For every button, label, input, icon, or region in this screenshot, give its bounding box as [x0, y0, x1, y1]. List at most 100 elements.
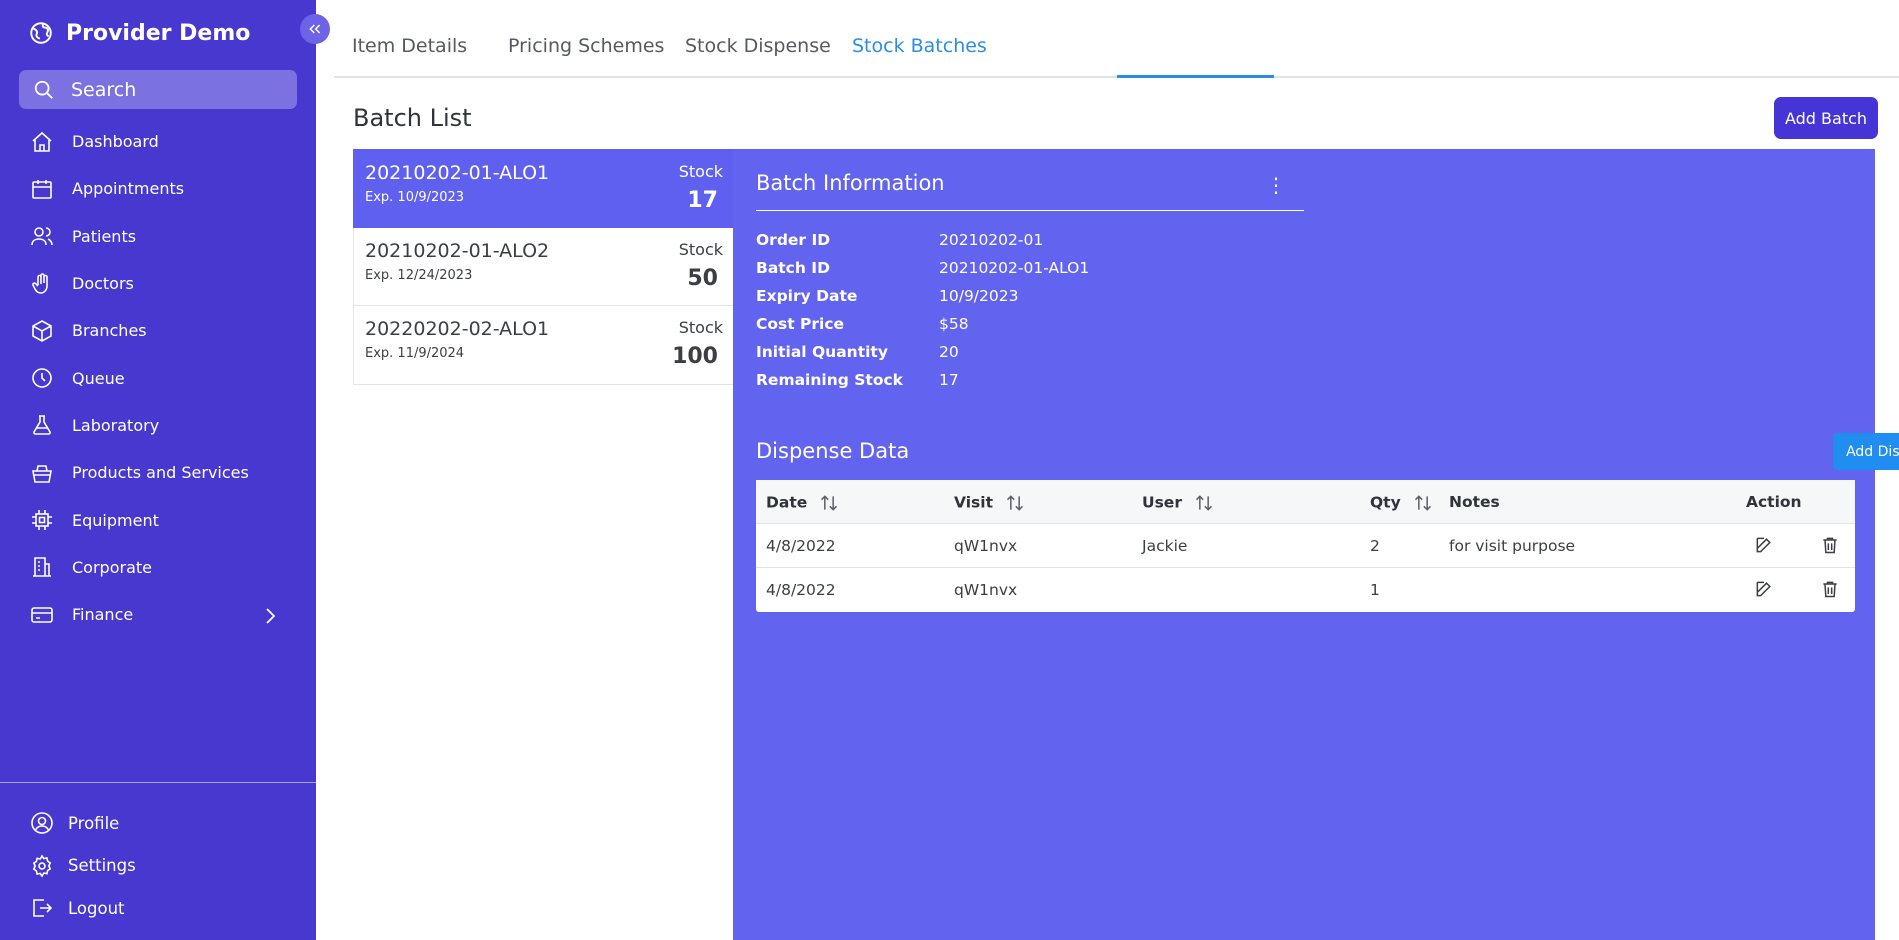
info-label: Batch ID — [756, 259, 830, 277]
sort-icon — [1006, 495, 1024, 511]
column-label: Date — [766, 493, 808, 512]
hand-icon — [32, 272, 48, 294]
sidebar-item-settings[interactable]: Settings — [0, 845, 316, 888]
sort-icon — [821, 495, 838, 511]
sidebar-item-label: Queue — [72, 368, 125, 388]
tab-item-details[interactable]: Item Details — [352, 35, 467, 57]
sidebar-item-queue[interactable]: Queue — [0, 354, 316, 401]
sidebar-item-label: Dashboard — [72, 132, 159, 152]
column-header-qty[interactable]: Qty — [1370, 493, 1433, 513]
sidebar-nav: Dashboard Appointments Patients Doctors … — [0, 118, 316, 638]
sidebar-item-products-and-services[interactable]: Products and Services — [0, 449, 316, 496]
sidebar-item-laboratory[interactable]: Laboratory — [0, 402, 316, 449]
stock-label: Stock — [678, 318, 723, 337]
sidebar-item-branches[interactable]: Branches — [0, 307, 316, 354]
clock-icon — [32, 368, 52, 388]
active-tab-indicator — [1117, 75, 1274, 78]
cpu-icon — [32, 510, 52, 531]
batch-item[interactable]: 20220202-02-ALO1 Exp. 11/9/2024 Stock 10… — [353, 306, 735, 385]
users-icon — [31, 227, 53, 246]
sidebar-item-corporate[interactable]: Corporate — [0, 544, 316, 591]
flask-icon — [33, 415, 51, 436]
sidebar: Provider Demo Search Dashboard Appointme… — [0, 0, 316, 940]
more-options-icon[interactable]: ⋮ — [1266, 173, 1286, 197]
stock-count: 50 — [687, 265, 718, 291]
search-placeholder: Search — [71, 78, 137, 101]
box-icon — [32, 319, 52, 342]
search-input[interactable]: Search — [19, 70, 297, 109]
sidebar-item-label: Logout — [68, 898, 125, 918]
batch-expiry: Exp. 10/9/2023 — [365, 190, 465, 205]
batch-list: 20210202-01-ALO1 Exp. 10/9/2023 Stock 17… — [353, 149, 735, 385]
gear-icon — [32, 854, 52, 878]
sidebar-item-label: Corporate — [72, 557, 152, 577]
stock-count: 100 — [672, 344, 718, 369]
cell-visit: qW1nvx — [954, 537, 1018, 555]
sidebar-item-patients[interactable]: Patients — [0, 213, 316, 260]
chevrons-left-icon — [309, 24, 321, 34]
tab-stock-batches[interactable]: Stock Batches — [852, 35, 987, 57]
table-header: Date Visit User Qty Notes Action — [756, 480, 1855, 524]
building-icon — [33, 557, 51, 578]
column-header-visit[interactable]: Visit — [954, 493, 1025, 513]
sidebar-item-logout[interactable]: Logout — [0, 887, 316, 930]
column-header-date[interactable]: Date — [766, 493, 839, 513]
trash-icon[interactable] — [1820, 579, 1840, 599]
batch-expiry: Exp. 12/24/2023 — [365, 267, 473, 283]
tab-pricing-schemes[interactable]: Pricing Schemes — [508, 35, 664, 57]
section-divider — [756, 210, 1304, 211]
info-label: Initial Quantity — [756, 343, 888, 361]
stock-label: Stock — [678, 162, 723, 181]
add-dispense-button[interactable]: Add Dispense — [1833, 433, 1899, 470]
basket-icon — [32, 464, 52, 483]
tab-stock-dispense[interactable]: Stock Dispense — [685, 35, 831, 57]
app-title: Provider Demo — [66, 20, 251, 46]
chevron-right-icon — [266, 608, 276, 624]
info-label: Remaining Stock — [756, 371, 903, 389]
table-row: 4/8/2022 qW1nvx 1 — [756, 568, 1855, 612]
main-content: Item Details Pricing Schemes Stock Dispe… — [316, 0, 1899, 940]
calendar-icon — [32, 179, 52, 199]
batch-item[interactable]: 20210202-01-ALO2 Exp. 12/24/2023 Stock 5… — [353, 227, 735, 306]
dispense-table: Date Visit User Qty Notes Action 4/8/202… — [756, 480, 1855, 612]
batch-item[interactable]: 20210202-01-ALO1 Exp. 10/9/2023 Stock 17 — [353, 149, 735, 228]
batch-id: 20210202-01-ALO1 — [365, 162, 550, 184]
table-row: 4/8/2022 qW1nvx Jackie 2 for visit purpo… — [756, 524, 1855, 568]
cell-user: Jackie — [1142, 537, 1188, 555]
sidebar-item-label: Settings — [68, 856, 136, 876]
sidebar-item-label: Branches — [72, 321, 147, 341]
sidebar-item-profile[interactable]: Profile — [0, 802, 316, 845]
sidebar-item-label: Doctors — [72, 274, 134, 294]
sidebar-item-dashboard[interactable]: Dashboard — [0, 118, 316, 165]
sidebar-item-label: Finance — [72, 605, 134, 625]
stock-label: Stock — [678, 239, 723, 259]
batch-information-title: Batch Information — [756, 171, 945, 195]
sidebar-item-finance[interactable]: Finance — [0, 591, 316, 638]
info-label: Order ID — [756, 231, 831, 249]
sidebar-item-equipment[interactable]: Equipment — [0, 496, 316, 543]
batch-list-title: Batch List — [353, 104, 472, 132]
cell-qty: 1 — [1370, 581, 1380, 599]
brand[interactable]: Provider Demo — [28, 20, 250, 46]
sidebar-item-label: Equipment — [72, 510, 159, 530]
column-label: Visit — [954, 493, 993, 512]
trash-icon[interactable] — [1820, 535, 1840, 555]
cell-date: 4/8/2022 — [766, 581, 836, 599]
column-header-action: Action — [1746, 493, 1802, 511]
column-label: User — [1142, 493, 1182, 512]
edit-icon[interactable] — [1754, 535, 1774, 555]
cell-visit: qW1nvx — [954, 581, 1018, 599]
column-header-user[interactable]: User — [1142, 493, 1214, 513]
sidebar-item-label: Patients — [72, 226, 137, 246]
sidebar-item-doctors[interactable]: Doctors — [0, 260, 316, 307]
column-label: Qty — [1370, 493, 1401, 512]
batch-detail-panel: Batch Information ⋮ Order ID 20210202-01… — [733, 149, 1899, 940]
collapse-sidebar-button[interactable] — [300, 14, 330, 44]
edit-icon[interactable] — [1754, 579, 1774, 599]
user-circle-icon — [31, 812, 53, 835]
info-value: 20 — [939, 343, 959, 361]
sidebar-item-appointments[interactable]: Appointments — [0, 165, 316, 212]
add-batch-button[interactable]: Add Batch — [1774, 97, 1878, 139]
sort-icon — [1414, 495, 1431, 511]
sidebar-item-label: Laboratory — [72, 415, 160, 435]
